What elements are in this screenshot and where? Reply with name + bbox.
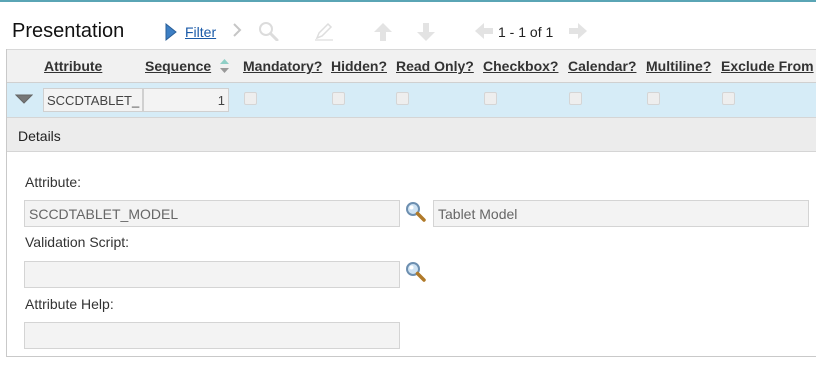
attribute-label: Attribute: xyxy=(25,174,82,190)
hidden-checkbox[interactable] xyxy=(332,92,345,105)
column-exclude-from[interactable]: Exclude From xyxy=(721,58,814,74)
column-hidden[interactable]: Hidden? xyxy=(331,58,387,74)
validation-script-lookup-icon[interactable] xyxy=(405,261,427,283)
multiline-checkbox[interactable] xyxy=(647,92,660,105)
attribute-field[interactable]: SCCDTABLET_MODEL xyxy=(24,200,400,227)
column-calendar[interactable]: Calendar? xyxy=(568,58,636,74)
column-mandatory[interactable]: Mandatory? xyxy=(243,58,322,74)
row-sequence-cell[interactable]: 1 xyxy=(143,88,229,112)
column-checkbox[interactable]: Checkbox? xyxy=(483,58,558,74)
table-row[interactable]: SCCDTABLET_ 1 xyxy=(7,83,816,117)
read-only-checkbox[interactable] xyxy=(396,92,409,105)
details-section-header: Details xyxy=(7,117,816,152)
move-up-icon[interactable] xyxy=(372,21,394,41)
next-page-icon[interactable] xyxy=(568,22,588,42)
grid-header: Attribute Sequence Mandatory? Hidden? Re… xyxy=(7,49,816,83)
edit-pencil-icon[interactable] xyxy=(313,22,335,42)
checkbox-checkbox[interactable] xyxy=(484,92,497,105)
filter-link[interactable]: Filter xyxy=(185,24,216,40)
column-sequence[interactable]: Sequence xyxy=(145,58,211,74)
search-icon[interactable] xyxy=(258,21,280,41)
attribute-help-label: Attribute Help: xyxy=(25,296,114,312)
collapse-row-icon[interactable] xyxy=(15,94,33,104)
top-accent-line xyxy=(0,0,816,2)
move-down-icon[interactable] xyxy=(415,21,437,41)
details-title: Details xyxy=(18,128,61,144)
column-attribute[interactable]: Attribute xyxy=(44,58,102,74)
filter-expand-icon[interactable] xyxy=(165,23,177,43)
attribute-lookup-icon[interactable] xyxy=(405,201,427,223)
column-multiline[interactable]: Multiline? xyxy=(646,58,711,74)
exclude-from-checkbox[interactable] xyxy=(722,92,735,105)
mandatory-checkbox[interactable] xyxy=(244,92,257,105)
record-counter: 1 - 1 of 1 xyxy=(498,24,554,40)
attribute-help-field[interactable] xyxy=(24,322,400,349)
validation-script-label: Validation Script: xyxy=(25,234,130,250)
chevron-right-icon xyxy=(233,23,242,37)
column-read-only[interactable]: Read Only? xyxy=(396,58,474,74)
validation-script-field[interactable] xyxy=(24,261,400,288)
calendar-checkbox[interactable] xyxy=(569,92,582,105)
row-attribute-cell[interactable]: SCCDTABLET_ xyxy=(43,88,143,112)
attribute-description-field[interactable]: Tablet Model xyxy=(433,200,809,227)
page-title: Presentation xyxy=(12,20,125,42)
previous-page-icon[interactable] xyxy=(474,22,494,42)
attribute-grid: Attribute Sequence Mandatory? Hidden? Re… xyxy=(6,49,816,357)
sort-icon[interactable] xyxy=(220,59,229,73)
